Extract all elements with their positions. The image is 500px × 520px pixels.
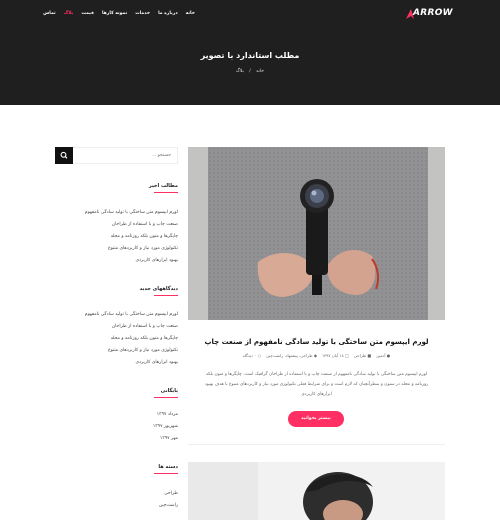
recent-comment-link[interactable]: لورم ایپسوم متن ساختگی با تولید سادگی نا…	[55, 309, 178, 321]
recent-comments-divider	[154, 295, 178, 296]
post-meta-category: ■ طراحی	[354, 353, 371, 358]
categories-list: طراحی راست‌چین	[55, 488, 178, 512]
camera-photo-image	[188, 147, 445, 320]
nav-item-services[interactable]: خدمات	[135, 9, 150, 19]
post-category[interactable]: طراحی	[354, 353, 366, 358]
archives-divider	[154, 397, 178, 398]
nav-item-blog[interactable]: بلاگ	[64, 9, 74, 19]
post-tags[interactable]: طراحی، پیشنهاد، راست‌چین	[266, 353, 312, 358]
recent-comment-link[interactable]: بهبود ابزارهای کاربردی	[55, 357, 179, 369]
read-more-button[interactable]: بیشتر بخوانید	[288, 411, 344, 427]
post-meta-author: ● آدمین	[376, 353, 390, 358]
recent-comment-link[interactable]: تکنولوژی مورد نیاز و کاربردهای متنوع	[55, 345, 178, 357]
recent-post-link[interactable]: لورم ایپسوم متن ساختگی با تولید سادگی نا…	[55, 207, 178, 219]
user-icon: ●	[386, 353, 391, 358]
recent-post-link[interactable]: صنعت چاپ و با استفاده از طراحان	[55, 219, 178, 231]
nav-item-pricing[interactable]: قیمت	[81, 9, 94, 19]
post-date: ۱۸ آبان ۱۳۹۷	[321, 353, 344, 358]
page-header: ARROW خانه درباره ما خدمات نمونه کارها ق…	[0, 0, 500, 105]
post-title[interactable]: لورم ایپسوم متن ساختگی با تولید سادگی نا…	[188, 338, 445, 346]
recent-posts-divider	[154, 192, 178, 193]
portrait-photo-image	[188, 462, 445, 520]
recent-post-link[interactable]: بهبود ابزارهای کاربردی	[55, 255, 179, 267]
breadcrumb-home[interactable]: خانه	[256, 69, 264, 74]
breadcrumb-current: بلاگ	[235, 69, 244, 74]
nav-item-home[interactable]: خانه	[186, 9, 195, 19]
calendar-icon: □	[345, 353, 349, 358]
post-divider	[188, 444, 445, 445]
archive-link[interactable]: شهریور ۱۳۹۷	[55, 421, 178, 433]
logo-text: ARROW	[413, 8, 453, 18]
next-post-image[interactable]	[188, 462, 445, 520]
search-button[interactable]	[55, 147, 73, 164]
recent-comments-list: لورم ایپسوم متن ساختگی با تولید سادگی نا…	[55, 309, 178, 369]
nav-item-portfolio[interactable]: نمونه کارها	[102, 9, 127, 19]
nav-item-contact[interactable]: تماس	[43, 9, 56, 19]
post-excerpt: لورم ایپسوم متن ساختگی با تولید سادگی نا…	[204, 372, 429, 397]
recent-comment-link[interactable]: چاپگرها و متون بلکه روزنامه و مجله	[55, 333, 178, 345]
post-meta-comments: ○ ۰ دیدگاه	[243, 353, 261, 358]
tag-icon: ◆	[313, 353, 317, 358]
comment-icon: ○	[257, 353, 262, 358]
archive-link[interactable]: مهر ۱۳۹۷	[55, 433, 178, 445]
categories-divider	[154, 473, 178, 474]
post-featured-image[interactable]	[188, 147, 445, 320]
folder-icon: ■	[367, 353, 372, 358]
archive-link[interactable]: مرداد ۱۳۹۷	[55, 409, 178, 421]
category-link[interactable]: راست‌چین	[55, 500, 178, 512]
recent-comments-title: دیدگاههای جدید	[139, 286, 178, 292]
post-comments[interactable]: ۰ دیدگاه	[243, 353, 257, 358]
nav-item-about[interactable]: درباره ما	[158, 9, 178, 19]
archives-list: مرداد ۱۳۹۷ شهریور ۱۳۹۷ مهر ۱۳۹۷	[55, 409, 178, 445]
archives-title: بایگانی	[160, 388, 178, 394]
search-input[interactable]	[73, 148, 177, 163]
post-meta: ● آدمین ■ طراحی □ ۱۸ آبان ۱۳۹۷ ◆ طراحی، …	[188, 353, 445, 358]
recent-posts-list: لورم ایپسوم متن ساختگی با تولید سادگی نا…	[55, 207, 178, 267]
post-meta-tags: ◆ طراحی، پیشنهاد، راست‌چین	[266, 353, 317, 358]
recent-posts-title: مطالب اخیر	[148, 183, 178, 189]
breadcrumb-separator: /	[249, 69, 251, 74]
recent-post-link[interactable]: تکنولوژی مورد نیاز و کاربردهای متنوع	[55, 243, 178, 255]
page-title: مطلب استاندارد با تصویر	[200, 51, 300, 60]
search-box	[55, 147, 178, 164]
breadcrumb: خانه / بلاگ	[0, 69, 500, 74]
recent-comment-link[interactable]: صنعت چاپ و با استفاده از طراحان	[55, 321, 178, 333]
categories-title: دسته ها	[158, 464, 178, 470]
main-nav: خانه درباره ما خدمات نمونه کارها قیمت بل…	[43, 9, 195, 19]
search-icon	[60, 151, 68, 159]
post-meta-date: □ ۱۸ آبان ۱۳۹۷	[322, 353, 349, 358]
recent-post-link[interactable]: چاپگرها و متون بلکه روزنامه و مجله	[55, 231, 178, 243]
category-link[interactable]: طراحی	[55, 488, 178, 500]
site-logo[interactable]: ARROW	[404, 8, 453, 20]
post-author[interactable]: آدمین	[376, 353, 385, 358]
